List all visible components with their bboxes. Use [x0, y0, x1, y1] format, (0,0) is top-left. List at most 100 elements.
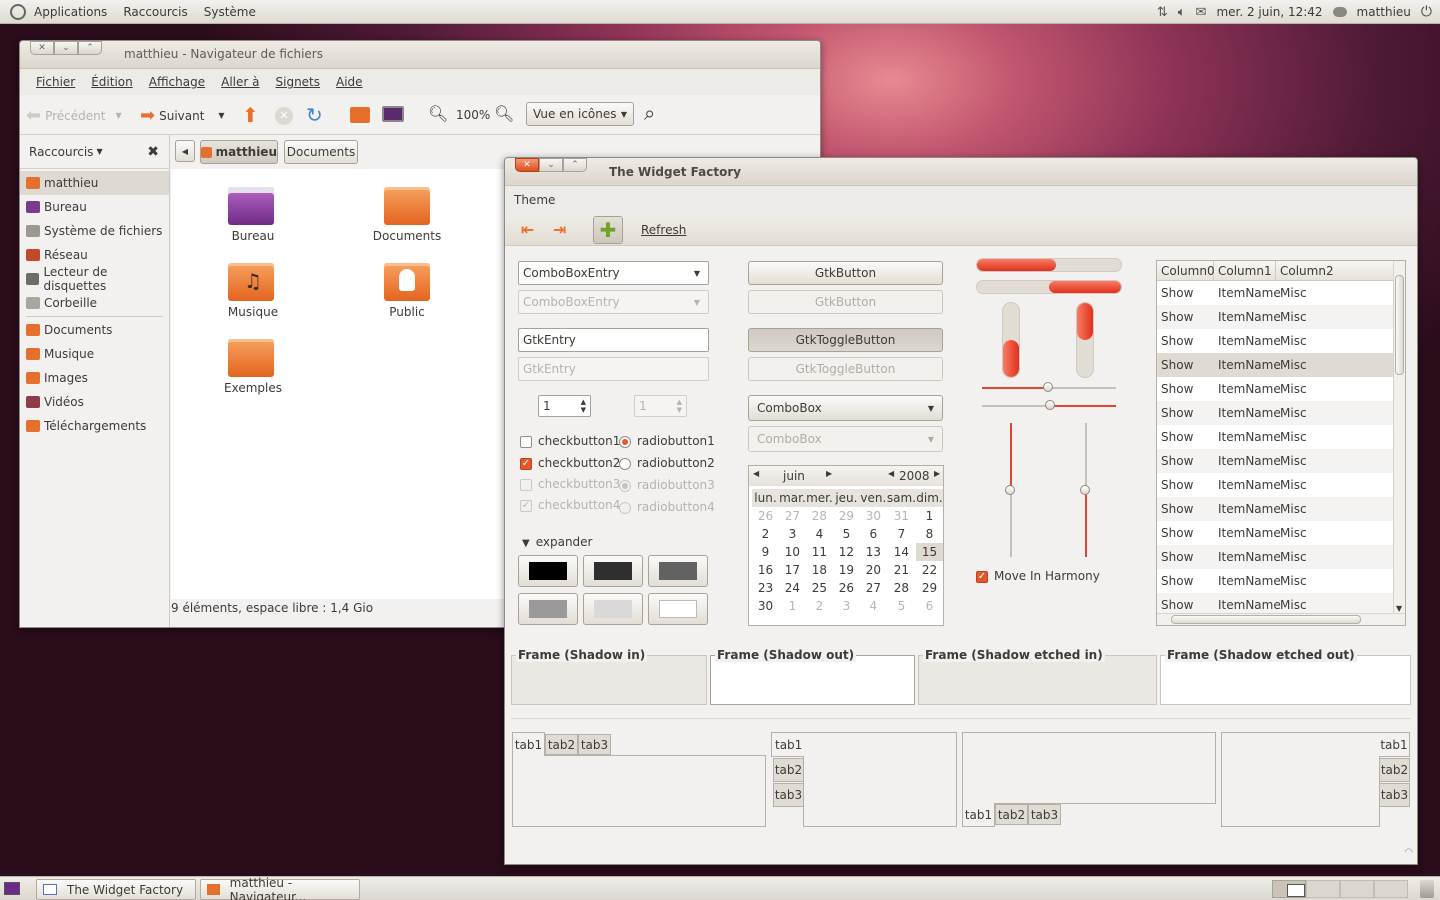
- menu-signets[interactable]: Signets: [268, 75, 329, 89]
- vertical-scrollbar[interactable]: ▼: [1393, 261, 1405, 613]
- forward-button[interactable]: ➡ Suivant ▼: [140, 105, 225, 126]
- calendar-day[interactable]: 16: [752, 561, 779, 579]
- vscale-right[interactable]: [1080, 423, 1090, 557]
- calendar-day[interactable]: 19: [833, 561, 860, 579]
- path-button-documents[interactable]: Documents: [284, 140, 358, 164]
- radiobutton2[interactable]: radiobutton2: [619, 456, 715, 470]
- calendar-day[interactable]: 14: [887, 543, 916, 561]
- tree-view[interactable]: Column0 Column1 Column2 Show ItemName Misc…: [1156, 260, 1406, 626]
- sidebar-item-trash[interactable]: Corbeille: [20, 291, 169, 315]
- calendar-day[interactable]: 28: [887, 579, 916, 597]
- show-desktop-icon[interactable]: [4, 882, 20, 895]
- calendar-day[interactable]: 25: [806, 579, 833, 597]
- tab3[interactable]: tab3: [578, 734, 611, 755]
- back-button[interactable]: ⬅ Précédent ▼: [26, 105, 122, 126]
- calendar[interactable]: ◀ juin ▶ ◀ 2008 ▶ lun. mar. mer. jeu. ven. sa…: [748, 465, 944, 626]
- menu-systeme[interactable]: Système: [196, 5, 264, 19]
- expander[interactable]: ▼ expander: [522, 535, 593, 549]
- minimize-button[interactable]: ⌄: [539, 158, 563, 172]
- music-folder-icon[interactable]: ♫: [228, 263, 274, 301]
- power-icon[interactable]: ⏻: [1421, 4, 1432, 20]
- table-row[interactable]: Show ItemName Misc: [1157, 521, 1405, 545]
- sidebar-item-floppy[interactable]: Lecteur de disquettes: [20, 265, 169, 293]
- search-icon[interactable]: ⌕: [644, 101, 655, 125]
- icon-label-bureau[interactable]: Bureau: [203, 229, 303, 243]
- tab1[interactable]: tab1: [962, 803, 995, 827]
- radiobutton1[interactable]: radiobutton1: [619, 434, 715, 448]
- close-button[interactable]: ✕: [30, 41, 54, 55]
- menu-applications[interactable]: Applications: [26, 5, 115, 19]
- tab2[interactable]: tab2: [995, 804, 1028, 825]
- user-name[interactable]: matthieu: [1357, 5, 1411, 19]
- icon-label-musique[interactable]: Musique: [203, 305, 303, 319]
- color-button-black[interactable]: [518, 555, 578, 587]
- tab2[interactable]: tab2: [773, 758, 804, 782]
- path-button-matthieu[interactable]: matthieu: [200, 140, 278, 164]
- calendar-day[interactable]: 13: [860, 543, 887, 561]
- checkbutton2[interactable]: ✓ checkbutton2: [520, 456, 620, 470]
- calendar-day[interactable]: 24: [779, 579, 806, 597]
- table-row[interactable]: Show ItemName Misc: [1157, 425, 1405, 449]
- table-row[interactable]: Show ItemName Misc: [1157, 281, 1405, 305]
- icon-label-documents[interactable]: Documents: [357, 229, 457, 243]
- documents-folder-icon[interactable]: [384, 187, 430, 225]
- calendar-day[interactable]: 27: [860, 579, 887, 597]
- resize-grip-icon[interactable]: ◠: [1404, 847, 1413, 858]
- table-row[interactable]: Show ItemName Misc: [1157, 545, 1405, 569]
- calendar-day[interactable]: 5: [833, 525, 860, 543]
- menu-theme[interactable]: Theme: [514, 193, 555, 207]
- menu-aide[interactable]: Aide: [328, 75, 371, 89]
- table-row[interactable]: Show ItemName Misc: [1157, 401, 1405, 425]
- taskbar-file-manager[interactable]: matthieu - Navigateur...: [200, 876, 360, 900]
- sidebar-item-downloads[interactable]: Téléchargements: [20, 414, 169, 438]
- sidebar-item-documents[interactable]: Documents: [20, 318, 169, 342]
- path-back-button[interactable]: ◀: [175, 140, 195, 162]
- calendar-day[interactable]: 10: [779, 543, 806, 561]
- tab1[interactable]: tab1: [512, 732, 545, 756]
- tab3[interactable]: tab3: [773, 783, 804, 807]
- calendar-day[interactable]: 29: [833, 507, 860, 525]
- tab1[interactable]: tab1: [771, 732, 804, 757]
- calendar-day[interactable]: 30: [860, 507, 887, 525]
- menu-affichage[interactable]: Affichage: [141, 75, 213, 89]
- calendar-day[interactable]: 20: [860, 561, 887, 579]
- calendar-day[interactable]: 4: [806, 525, 833, 543]
- calendar-day[interactable]: 4: [860, 597, 887, 615]
- table-row[interactable]: Show ItemName Misc: [1157, 305, 1405, 329]
- calendar-day[interactable]: 28: [806, 507, 833, 525]
- calendar-day[interactable]: 5: [887, 597, 916, 615]
- add-button[interactable]: ✚: [593, 216, 623, 244]
- table-row[interactable]: Show ItemName Misc: [1157, 449, 1405, 473]
- spin-button[interactable]: 1 ▲ ▼: [538, 395, 591, 417]
- table-row[interactable]: Show ItemName Misc: [1157, 473, 1405, 497]
- sidebar-item-matthieu[interactable]: matthieu: [20, 171, 169, 195]
- file-manager-titlebar[interactable]: ✕ ⌄ ⌃ matthieu - Navigateur de fichiers: [20, 41, 820, 69]
- calendar-day[interactable]: 31: [887, 507, 916, 525]
- move-in-harmony-check[interactable]: ✓ Move In Harmony: [976, 569, 1100, 583]
- sidebar-item-bureau[interactable]: Bureau: [20, 195, 169, 219]
- chat-icon[interactable]: [1332, 7, 1347, 17]
- calendar-day[interactable]: 26: [752, 507, 779, 525]
- table-row[interactable]: Show ItemName Misc: [1157, 497, 1405, 521]
- sidebar-item-images[interactable]: Images: [20, 366, 169, 390]
- horizontal-scrollbar[interactable]: [1157, 613, 1405, 625]
- close-sidebar-icon[interactable]: ✖: [147, 144, 159, 160]
- table-row[interactable]: Show ItemName Misc: [1157, 353, 1405, 377]
- combobox[interactable]: ComboBox ▼: [748, 395, 943, 421]
- stop-icon[interactable]: ✕: [275, 107, 293, 125]
- calendar-day[interactable]: 1: [916, 507, 943, 525]
- zoom-out-icon[interactable]: 🔍︎: [428, 104, 448, 123]
- gtk-button[interactable]: GtkButton: [748, 261, 943, 285]
- calendar-day[interactable]: 21: [887, 561, 916, 579]
- calendar-grid[interactable]: lun. mar. mer. jeu. ven. sam. dim. 26 27 28 29 30 3…: [752, 489, 943, 615]
- menu-raccourcis[interactable]: Raccourcis: [115, 5, 195, 19]
- calendar-day[interactable]: 3: [833, 597, 860, 615]
- calendar-day[interactable]: 2: [806, 597, 833, 615]
- calendar-day[interactable]: 27: [779, 507, 806, 525]
- calendar-day[interactable]: 17: [779, 561, 806, 579]
- home-icon[interactable]: [350, 107, 370, 123]
- calendar-day[interactable]: 23: [752, 579, 779, 597]
- calendar-day[interactable]: 2: [752, 525, 779, 543]
- tab1[interactable]: tab1: [1379, 732, 1410, 757]
- prev-month-icon[interactable]: ◀: [753, 469, 759, 478]
